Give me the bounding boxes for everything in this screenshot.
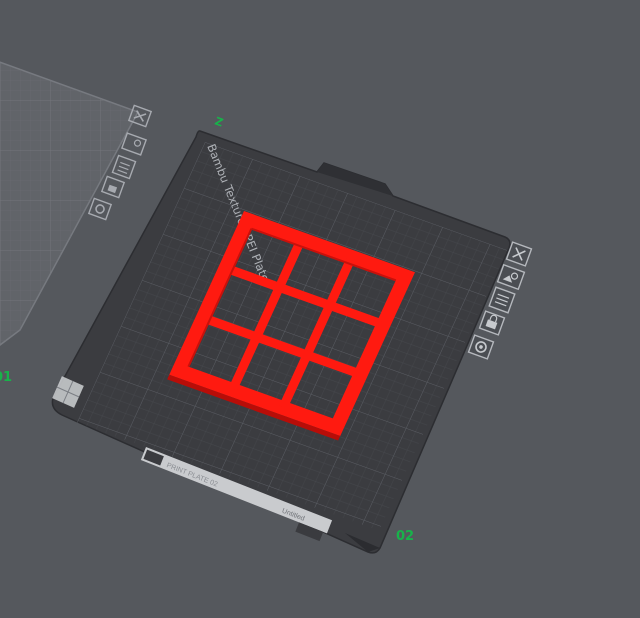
neighbor-lock-icon[interactable] xyxy=(100,175,126,199)
orient-icon[interactable] xyxy=(496,263,526,291)
neighbor-settings-icon[interactable] xyxy=(87,197,113,221)
lock-icon[interactable] xyxy=(478,310,506,336)
scene-canvas[interactable]: 01 Bambu Textured xyxy=(0,0,640,618)
arrange-icon[interactable] xyxy=(488,286,516,314)
neighbor-arrange-icon[interactable] xyxy=(111,154,137,180)
neighbor-orient-icon[interactable] xyxy=(120,132,148,156)
plate-number: 02 xyxy=(396,529,414,544)
settings-icon[interactable] xyxy=(467,334,495,360)
neighbor-plate-number: 01 xyxy=(0,370,12,385)
3d-viewport[interactable]: 01 Bambu Textured xyxy=(0,0,640,618)
axis-marker: Z xyxy=(213,115,225,130)
